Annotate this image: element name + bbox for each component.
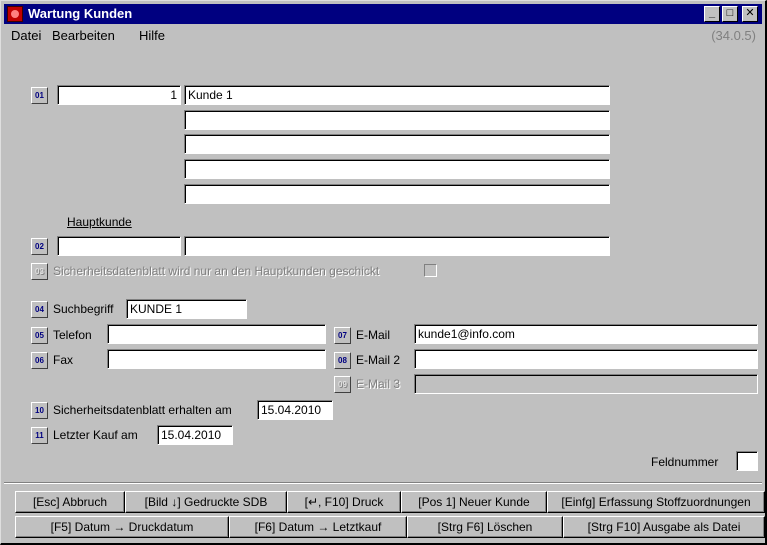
customer-name-line-5[interactable] [184,184,610,204]
customer-name-line-1[interactable]: Kunde 1 [184,85,610,105]
email-label: E-Mail [356,328,391,342]
hauptkunde-number-field[interactable] [57,236,181,256]
datum-letztkauf-button[interactable]: [F6] Datum → Letztkauf [229,516,407,538]
letzter-kauf-date-field[interactable]: 15.04.2010 [157,425,233,445]
sdb-hauptkunde-label: Sicherheitsdatenblatt wird nur an den Ha… [53,264,380,278]
field-07-button[interactable]: 07 [334,327,351,344]
hauptkunde-name-field[interactable] [184,236,610,256]
version-label: (34.0.5) [711,28,756,43]
letzter-kauf-label: Letzter Kauf am [53,428,138,442]
ausgabe-datei-button[interactable]: [Strg F10] Ausgabe als Datei [563,516,765,538]
menu-bar: Datei Bearbeiten Hilfe (34.0.5) [4,25,762,45]
window-title: Wartung Kunden [28,6,133,21]
menu-bearbeiten[interactable]: Bearbeiten [52,28,115,43]
hauptkunde-heading: Hauptkunde [67,215,132,229]
email2-field[interactable] [414,349,758,369]
main-window: Wartung Kunden _ □ ✕ Datei Bearbeiten Hi… [0,0,767,545]
fax-field[interactable] [107,349,326,369]
telefon-field[interactable] [107,324,326,344]
app-icon[interactable] [7,6,23,22]
email2-label: E-Mail 2 [356,353,401,367]
field-05-button[interactable]: 05 [31,327,48,344]
customer-name-line-2[interactable] [184,110,610,130]
field-06-button[interactable]: 06 [31,352,48,369]
esc-abbruch-button[interactable]: [Esc] Abbruch [15,491,125,513]
customer-number-field[interactable]: 1 [57,85,181,105]
loeschen-button[interactable]: [Strg F6] Löschen [407,516,563,538]
datum-druckdatum-button[interactable]: [F5] Datum → Druckdatum [15,516,229,538]
field-01-button[interactable]: 01 [31,87,48,104]
neuer-kunde-button[interactable]: [Pos 1] Neuer Kunde [401,491,547,513]
title-bar: Wartung Kunden _ □ ✕ [4,4,762,24]
email3-label: E-Mail 3 [356,377,401,391]
email3-field [414,374,758,394]
field-11-button[interactable]: 11 [31,427,48,444]
sdb-erhalten-date-field[interactable]: 15.04.2010 [257,400,333,420]
feldnummer-field[interactable] [736,451,758,471]
field-10-button[interactable]: 10 [31,402,48,419]
field-02-button[interactable]: 02 [31,238,48,255]
erfassung-stoffzuordnungen-button[interactable]: [Einfg] Erfassung Stoffzuordnungen [547,491,765,513]
separator [4,482,762,484]
email-field[interactable]: kunde1@info.com [414,324,758,344]
menu-datei[interactable]: Datei [11,28,41,43]
maximize-button[interactable]: □ [722,6,738,22]
field-04-button[interactable]: 04 [31,301,48,318]
suchbegriff-field[interactable]: KUNDE 1 [126,299,247,319]
feldnummer-label: Feldnummer [651,455,719,469]
minimize-button[interactable]: _ [704,6,720,22]
gedruckte-sdb-button[interactable]: [Bild ↓] Gedruckte SDB [125,491,287,513]
close-button[interactable]: ✕ [742,6,758,22]
menu-hilfe[interactable]: Hilfe [139,28,165,43]
field-03-button: 03 [31,263,48,280]
telefon-label: Telefon [53,328,92,342]
field-09-button: 09 [334,376,351,393]
druck-button[interactable]: [↵, F10] Druck [287,491,401,513]
fax-label: Fax [53,353,74,367]
customer-name-line-3[interactable] [184,134,610,154]
suchbegriff-label: Suchbegriff [53,302,114,316]
sdb-erhalten-label: Sicherheitsdatenblatt erhalten am [53,403,232,417]
field-08-button[interactable]: 08 [334,352,351,369]
sdb-hauptkunde-checkbox [424,264,437,277]
customer-name-line-4[interactable] [184,159,610,179]
